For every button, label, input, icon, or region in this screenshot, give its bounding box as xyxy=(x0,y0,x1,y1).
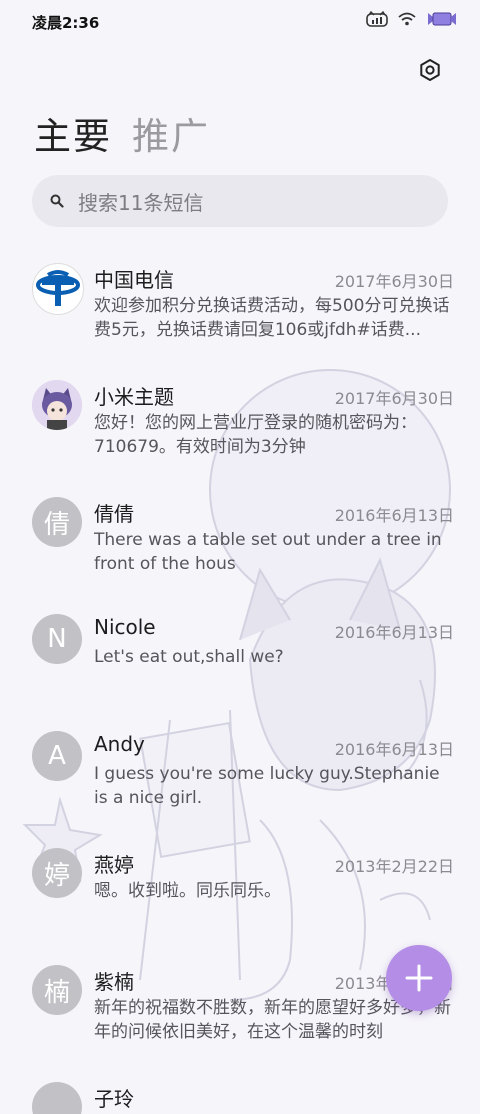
status-time: 凌晨2:36 xyxy=(32,14,100,32)
contact-name: Nicole xyxy=(94,615,156,639)
conversation-item[interactable]: 倩 倩倩 2016年6月13日 There was a table set ou… xyxy=(0,489,480,606)
battery-icon xyxy=(428,12,456,26)
conversation-item[interactable]: 中国电信 2017年6月30日 欢迎参加积分兑换话费活动，每500分可兑换话费5… xyxy=(0,255,480,372)
plus-icon xyxy=(405,964,433,992)
letter-avatar: 婷 xyxy=(32,848,82,898)
letter-avatar: N xyxy=(32,614,82,664)
tab-primary[interactable]: 主要 xyxy=(34,106,112,160)
tab-bar: 主要 推广 xyxy=(34,106,210,160)
message-date: 2016年6月13日 xyxy=(334,740,454,759)
cat-signal-icon xyxy=(366,11,388,27)
contact-name: 子玲 xyxy=(94,1087,134,1111)
message-date: 2013年2月22日 xyxy=(334,857,454,876)
settings-button[interactable] xyxy=(416,56,444,84)
contact-name: 中国电信 xyxy=(94,268,174,292)
letter-avatar xyxy=(32,1082,82,1114)
china-telecom-logo xyxy=(32,263,84,315)
contact-name: 燕婷 xyxy=(94,853,134,877)
letter-avatar: A xyxy=(32,731,82,781)
status-icons xyxy=(366,11,458,27)
conversation-item[interactable]: 小米主题 2017年6月30日 您好！您的网上营业厅登录的随机密码为：71067… xyxy=(0,372,480,489)
message-preview: Let's eat out,shall we? xyxy=(94,647,284,667)
conversation-item[interactable]: 婷 燕婷 2013年2月22日 嗯。收到啦。同乐同乐。 xyxy=(0,840,480,957)
message-preview: 欢迎参加积分兑换话费活动，每500分可兑换话费5元，兑换话费请回复106或jfd… xyxy=(94,296,450,340)
letter-avatar: 楠 xyxy=(32,965,82,1015)
conversation-item[interactable]: N Nicole 2016年6月13日 Let's eat out,shall … xyxy=(0,606,480,723)
message-preview: I guess you're some lucky guy.Stephanie … xyxy=(94,764,440,808)
search-icon xyxy=(50,194,64,208)
message-preview: 嗯。收到啦。同乐同乐。 xyxy=(94,881,281,901)
conversation-item[interactable]: 子玲 xyxy=(0,1074,480,1114)
search-bar[interactable]: 搜索11条短信 xyxy=(32,175,448,227)
contact-name: 小米主题 xyxy=(94,385,174,409)
letter-avatar: 倩 xyxy=(32,497,82,547)
anime-cat-avatar xyxy=(32,380,82,430)
message-preview: 您好！您的网上营业厅登录的随机密码为：710679。有效时间为3分钟 xyxy=(94,413,417,457)
message-date: 2017年6月30日 xyxy=(334,272,454,291)
search-placeholder: 搜索11条短信 xyxy=(78,190,204,215)
conversation-item[interactable]: A Andy 2016年6月13日 I guess you're some lu… xyxy=(0,723,480,840)
gear-icon xyxy=(420,59,440,81)
tab-promotions[interactable]: 推广 xyxy=(132,106,210,160)
contact-name: 紫楠 xyxy=(94,970,134,994)
message-preview: There was a table set out under a tree i… xyxy=(94,530,442,574)
contact-name: Andy xyxy=(94,732,145,756)
message-date: 2017年6月30日 xyxy=(334,389,454,408)
contact-name: 倩倩 xyxy=(94,502,134,526)
message-date: 2016年6月13日 xyxy=(334,506,454,525)
new-message-button[interactable] xyxy=(386,945,452,1011)
wifi-icon xyxy=(398,12,416,26)
status-bar: 凌晨2:36 xyxy=(0,0,480,42)
message-date: 2016年6月13日 xyxy=(334,623,454,642)
